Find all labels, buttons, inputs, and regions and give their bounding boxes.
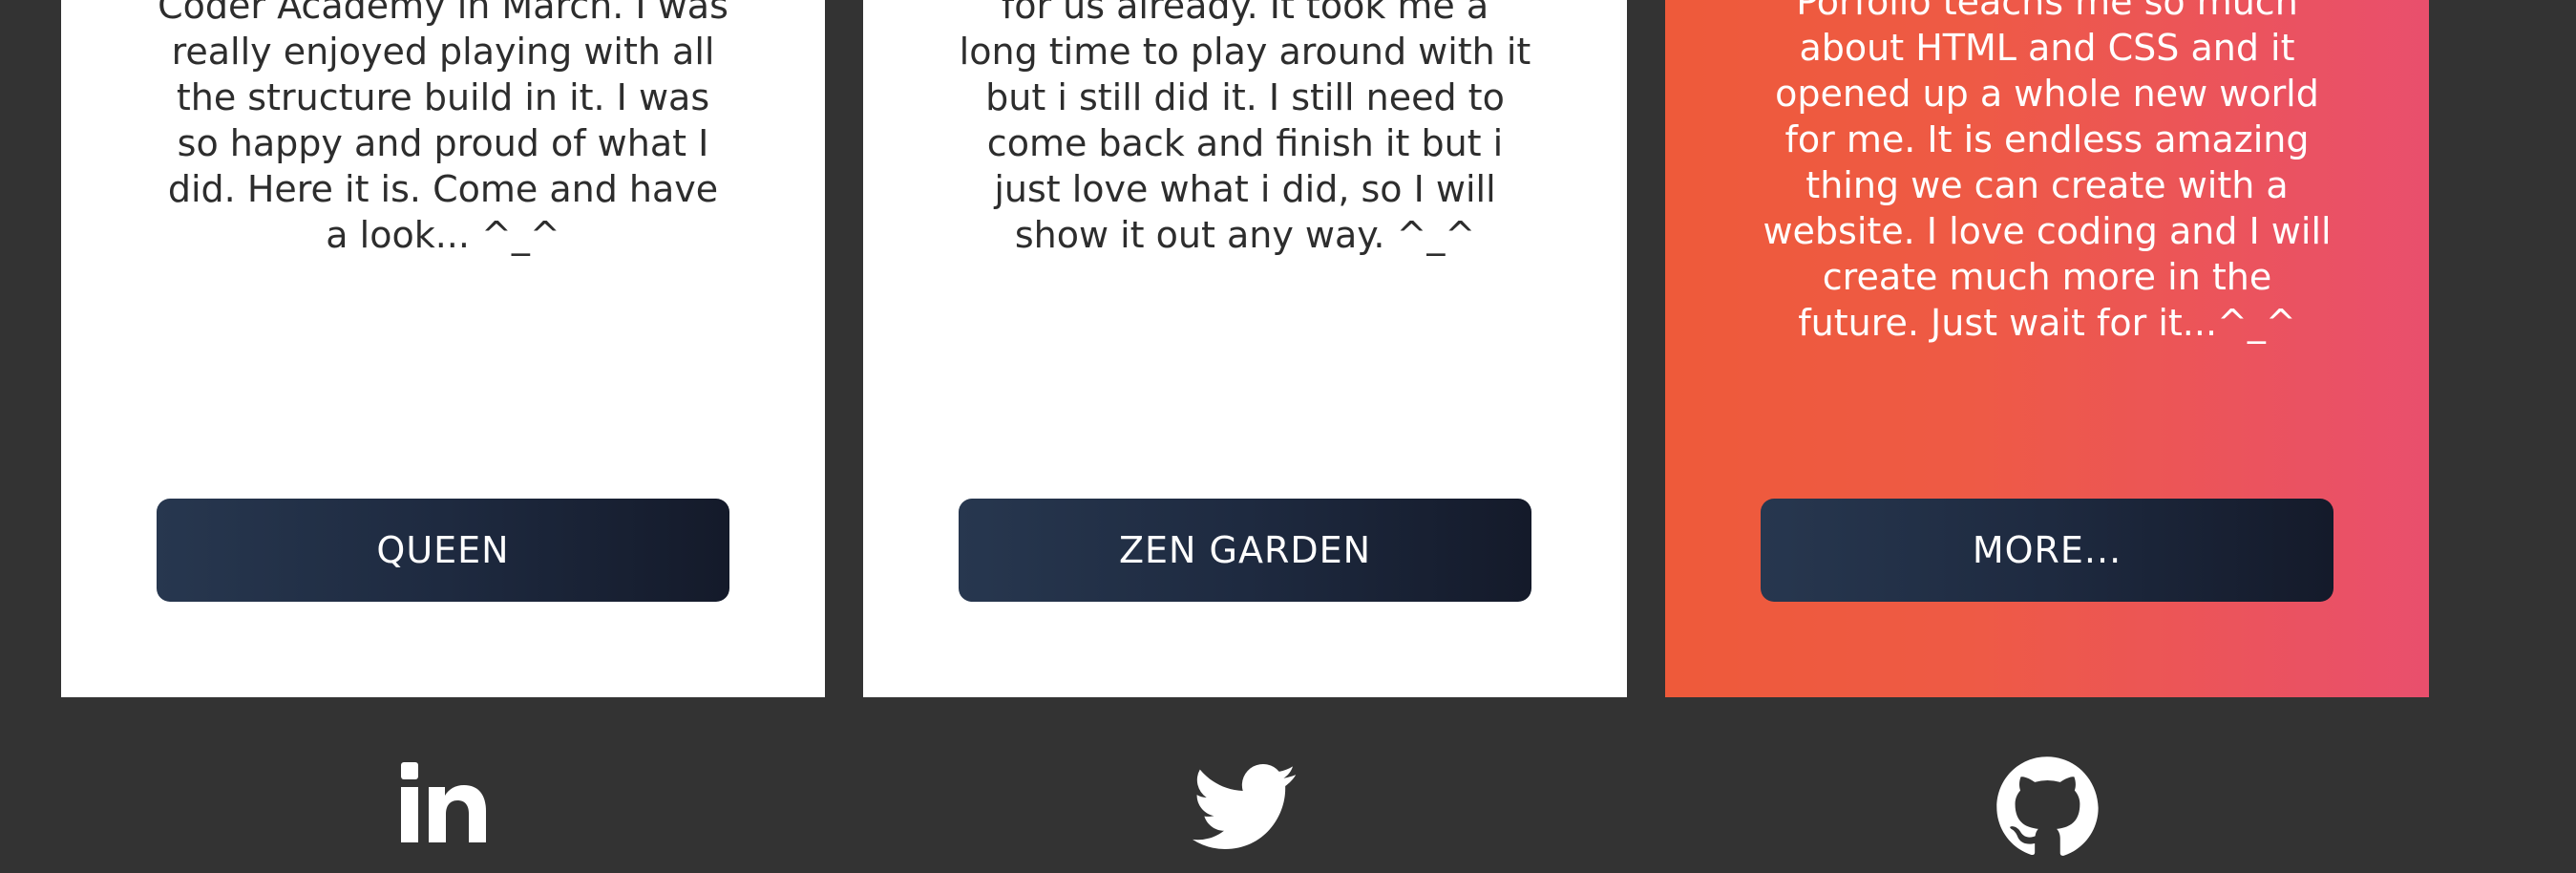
queen-button[interactable]: QUEEN: [157, 499, 729, 602]
linkedin-icon: [401, 762, 486, 842]
linkedin-link[interactable]: [391, 755, 496, 860]
twitter-icon: [1193, 763, 1297, 849]
github-icon: [1996, 756, 2099, 856]
project-card-zen-garden: for us already. It took me a long time t…: [863, 0, 1627, 697]
project-card-queen: Coder Academy in March. I was really enj…: [61, 0, 825, 697]
project-card-more: Porfolio teachs me so much about HTML an…: [1665, 0, 2429, 697]
github-link[interactable]: [1995, 755, 2100, 860]
twitter-link[interactable]: [1193, 755, 1298, 860]
zen-garden-button[interactable]: ZEN GARDEN: [959, 499, 1531, 602]
more-button[interactable]: MORE...: [1761, 499, 2333, 602]
card-description: Coder Academy in March. I was really enj…: [158, 0, 728, 256]
card-description: Porfolio teachs me so much about HTML an…: [1763, 0, 2332, 344]
card-description: for us already. It took me a long time t…: [959, 0, 1531, 256]
